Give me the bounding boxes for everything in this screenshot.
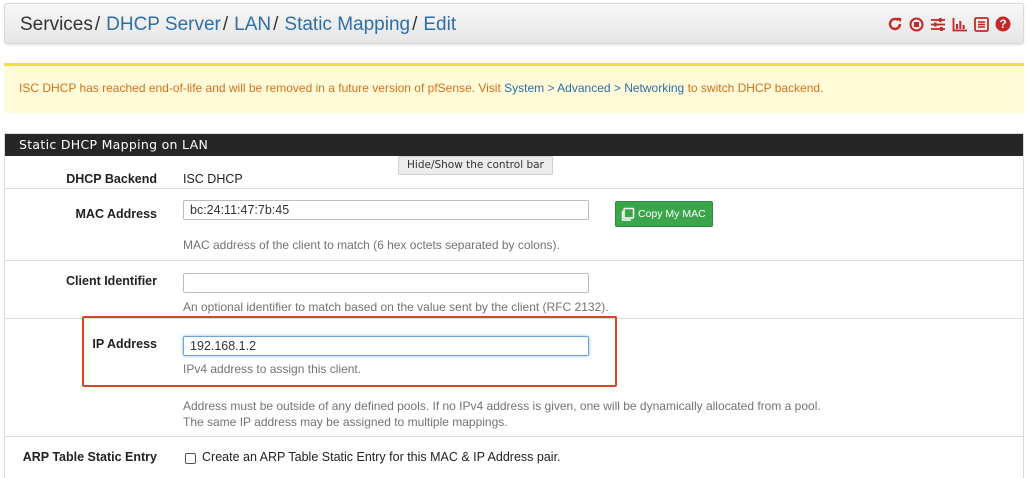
breadcrumb-edit[interactable]: Edit <box>423 14 456 35</box>
eol-warning-notice: ISC DHCP has reached end-of-life and wil… <box>4 63 1024 113</box>
breadcrumb-separator: / <box>412 14 418 35</box>
notice-text-after: to switch DHCP backend. <box>684 81 824 95</box>
log-list-icon[interactable] <box>974 16 989 32</box>
client-identifier-input[interactable] <box>183 273 589 293</box>
help-icon[interactable]: ? <box>995 16 1011 32</box>
control-bar-tooltip: Hide/Show the control bar <box>398 156 553 175</box>
breadcrumb-dhcp-server[interactable]: DHCP Server <box>106 14 221 35</box>
dhcp-backend-label: DHCP Backend <box>66 172 157 186</box>
mac-address-label: MAC Address <box>75 207 158 221</box>
copy-icon <box>621 207 635 221</box>
breadcrumb: Services / DHCP Server / LAN / Static Mapping /… <box>20 14 456 36</box>
page-header: Services / DHCP Server / LAN / Static Mapping /… <box>4 3 1024 44</box>
notice-text-before: ISC DHCP has reached end-of-life and wil… <box>19 81 505 95</box>
chart-icon[interactable] <box>952 17 968 32</box>
restart-icon[interactable] <box>887 16 903 32</box>
ip-address-highlight <box>82 316 617 387</box>
breadcrumb-static-mapping[interactable]: Static Mapping <box>284 14 410 35</box>
breadcrumb-separator: / <box>94 14 101 35</box>
ip-duplicate-note: The same IP address may be assigned to m… <box>183 415 508 429</box>
mac-address-input[interactable] <box>183 200 589 220</box>
arp-static-entry-checkbox-label[interactable]: Create an ARP Table Static Entry for thi… <box>202 450 561 464</box>
dhcp-backend-value: ISC DHCP <box>183 172 243 186</box>
ip-pool-note: Address must be outside of any defined p… <box>183 399 821 413</box>
breadcrumb-separator: / <box>273 14 279 35</box>
client-identifier-help: An optional identifier to match based on… <box>183 300 609 314</box>
arp-static-entry-checkbox[interactable] <box>185 453 196 464</box>
stop-icon[interactable] <box>909 17 924 32</box>
mac-address-row: MAC Address MAC address of the client to… <box>5 189 1023 261</box>
copy-my-mac-button[interactable]: Copy My MAC <box>615 201 713 227</box>
svg-text:?: ? <box>999 19 1006 31</box>
breadcrumb-lan[interactable]: LAN <box>234 14 271 35</box>
panel-title[interactable]: Static DHCP Mapping on LAN <box>5 134 1023 156</box>
networking-settings-link[interactable]: System > Advanced > Networking <box>504 81 684 95</box>
static-mapping-panel: Static DHCP Mapping on LAN Hide/Show the… <box>4 133 1024 478</box>
arp-static-entry-label: ARP Table Static Entry <box>22 450 157 464</box>
arp-static-entry-row: ARP Table Static Entry Create an ARP Tab… <box>5 437 1023 478</box>
mac-address-help: MAC address of the client to match (6 he… <box>183 238 560 252</box>
notice-text: ISC DHCP has reached end-of-life and wil… <box>19 81 823 95</box>
client-identifier-label: Client Identifier <box>66 274 157 288</box>
client-identifier-row: Client Identifier An optional identifier… <box>5 261 1023 319</box>
breadcrumb-services[interactable]: Services <box>20 14 93 35</box>
copy-my-mac-label: Copy My MAC <box>638 208 706 220</box>
breadcrumb-separator: / <box>222 14 229 35</box>
settings-sliders-icon[interactable] <box>930 17 946 32</box>
header-icon-bar: ? <box>887 16 1011 32</box>
